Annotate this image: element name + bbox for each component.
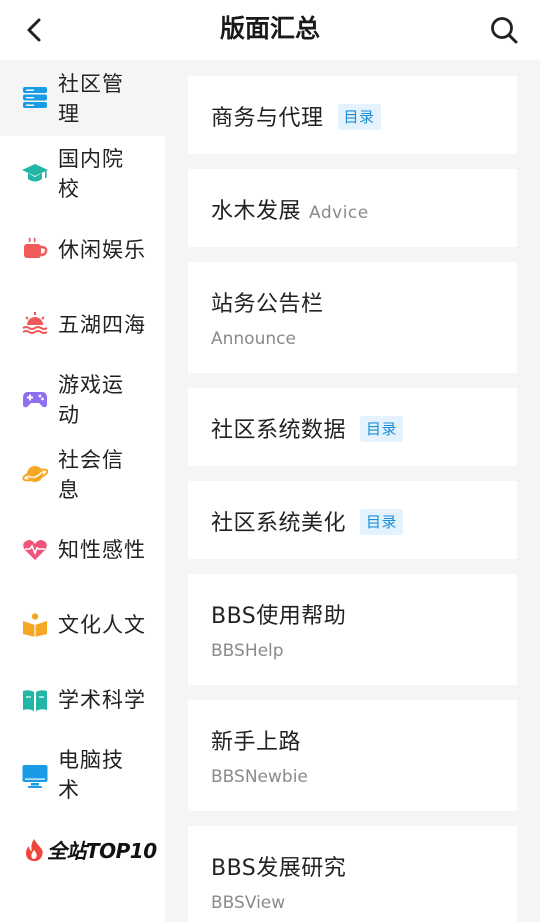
monitor-icon [22, 763, 48, 789]
board-card[interactable]: BBS发展研究 BBSView [188, 826, 517, 922]
sidebar-item-leisure[interactable]: 休闲娱乐 [0, 212, 165, 287]
server-stack-icon [22, 84, 48, 110]
board-title: 社区系统美化 [211, 511, 347, 536]
search-button[interactable] [486, 12, 522, 48]
board-title-row: 水木发展 Advice [211, 193, 369, 225]
sidebar-item-domestic-universities[interactable]: 国内院校 [0, 136, 165, 212]
sidebar-item-social-info[interactable]: 社会信息 [0, 438, 165, 513]
board-list: 商务与代理 目录 水木发展 Advice 站务公告栏 Announce 社区系统数据… [165, 60, 540, 922]
sidebar-item-community-management[interactable]: 社区管理 [0, 60, 165, 136]
board-card[interactable]: 商务与代理 目录 [188, 76, 517, 154]
board-english-name: Advice [309, 203, 369, 223]
coffee-cup-icon [22, 236, 48, 262]
directory-tag: 目录 [360, 416, 404, 442]
gamepad-icon [22, 386, 48, 412]
directory-tag: 目录 [360, 509, 404, 535]
back-button[interactable] [16, 12, 52, 48]
board-title-row: 商务与代理 目录 [211, 100, 381, 132]
category-sidebar: 社区管理 国内院校 休闲娱乐 五湖四海 游戏运动 社会信息 知性感性 文化人文 … [0, 60, 165, 922]
book-icon [22, 687, 48, 713]
board-card[interactable]: BBS使用帮助 BBSHelp [188, 574, 517, 685]
sidebar-item-label: 游戏运动 [58, 373, 124, 427]
sidebar-item-label: 五湖四海 [58, 313, 146, 337]
search-icon [491, 17, 518, 44]
board-english-name: Announce [211, 329, 296, 349]
board-title: 商务与代理 [211, 106, 324, 131]
board-card[interactable]: 新手上路 BBSNewbie [188, 700, 517, 811]
board-title: 新手上路 [211, 730, 302, 755]
sidebar-item-label: 电脑技术 [58, 748, 124, 802]
board-card[interactable]: 水木发展 Advice [188, 169, 517, 247]
board-card[interactable]: 社区系统美化 目录 [188, 481, 517, 559]
sidebar-item-label: 学术科学 [58, 688, 146, 712]
planet-icon [22, 461, 48, 487]
sidebar-item-games-sports[interactable]: 游戏运动 [0, 362, 165, 438]
heartbeat-icon [22, 537, 48, 563]
board-title-row: 社区系统数据 目录 [211, 412, 404, 444]
board-english-name: BBSView [211, 893, 286, 913]
sidebar-item-label: 文化人文 [58, 613, 146, 637]
directory-tag: 目录 [337, 104, 381, 130]
sidebar-item-culture-humanities[interactable]: 文化人文 [0, 588, 165, 663]
sunset-waves-icon [22, 311, 48, 337]
board-card[interactable]: 社区系统数据 目录 [188, 388, 517, 466]
sidebar-item-label: 社区管理 [58, 72, 124, 126]
page-title: 版面汇总 [219, 14, 320, 43]
sidebar-item-five-lakes-four-seas[interactable]: 五湖四海 [0, 287, 165, 362]
board-title: 站务公告栏 [211, 292, 324, 317]
sidebar-item-label: 社会信息 [58, 448, 124, 502]
board-title: BBS发展研究 [211, 856, 347, 881]
sidebar-item-academic-science[interactable]: 学术科学 [0, 663, 165, 738]
sidebar-item-label: 知性感性 [58, 538, 146, 562]
board-title: BBS使用帮助 [211, 604, 347, 629]
flame-icon [26, 838, 43, 861]
board-english-name: BBSHelp [211, 641, 284, 661]
board-title-row: 社区系统美化 目录 [211, 505, 404, 537]
sidebar-item-intellect-emotion[interactable]: 知性感性 [0, 513, 165, 588]
sidebar-item-label: 国内院校 [58, 147, 124, 201]
board-title: 水木发展 [211, 199, 302, 224]
sidebar-item-label: 休闲娱乐 [58, 238, 146, 262]
back-chevron-icon [27, 18, 41, 42]
board-card[interactable]: 站务公告栏 Announce [188, 262, 517, 373]
top-app-bar: 版面汇总 [0, 0, 540, 60]
graduation-cap-icon [22, 160, 48, 186]
board-english-name: BBSNewbie [211, 767, 308, 787]
board-title: 社区系统数据 [211, 418, 347, 443]
sidebar-item-computer-tech[interactable]: 电脑技术 [0, 738, 165, 815]
top10-label: 全站TOP10 [47, 839, 157, 863]
open-book-person-icon [22, 612, 48, 638]
top10-link[interactable]: 全站TOP10 [24, 835, 157, 864]
